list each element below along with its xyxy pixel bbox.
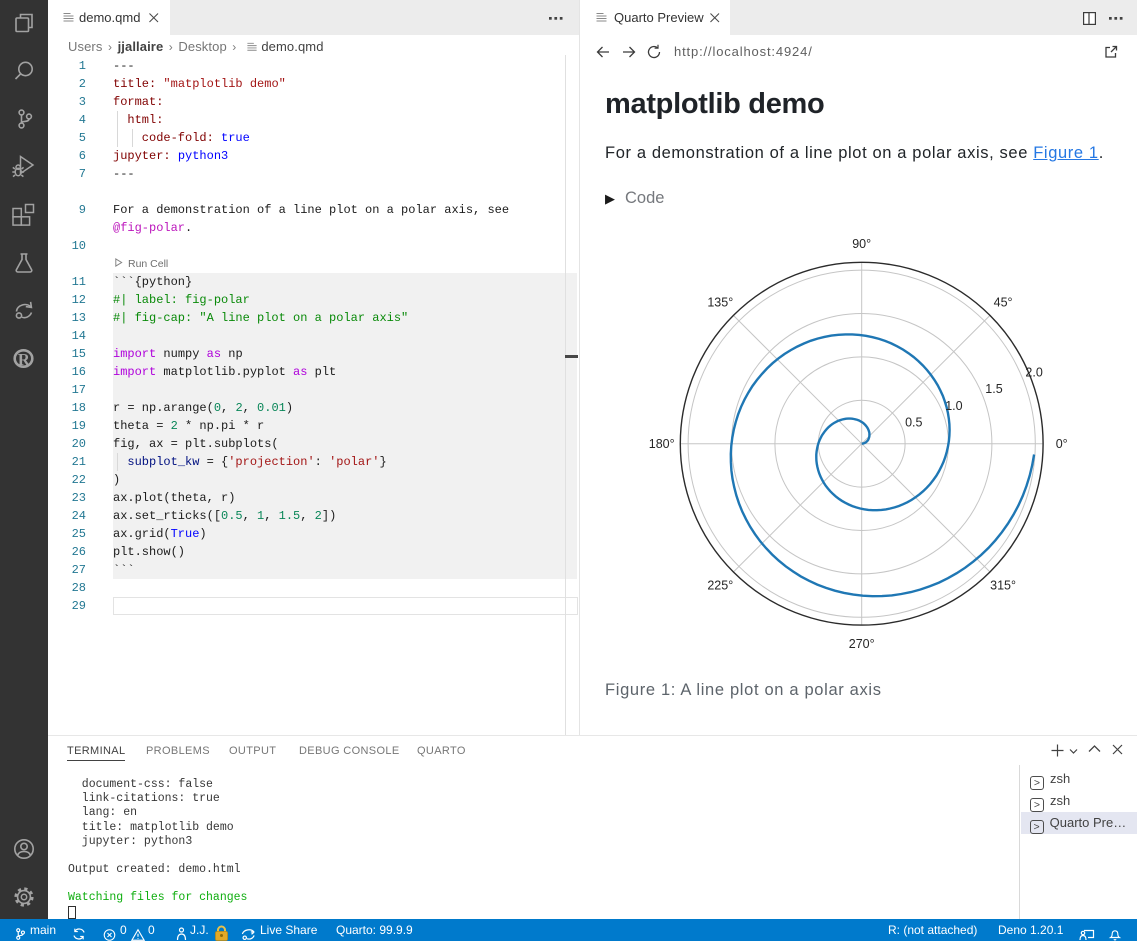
svg-text:0°: 0°: [1056, 437, 1068, 451]
svg-text:R: R: [18, 350, 31, 369]
svg-text:45°: 45°: [994, 296, 1013, 310]
svg-text:180°: 180°: [649, 437, 675, 451]
svg-text:2.0: 2.0: [1025, 366, 1042, 380]
svg-text:270°: 270°: [849, 637, 875, 651]
svg-text:1.0: 1.0: [945, 399, 962, 413]
svg-text:1.5: 1.5: [985, 382, 1002, 396]
svg-text:0.5: 0.5: [905, 415, 922, 429]
svg-text:315°: 315°: [990, 578, 1016, 592]
svg-text:225°: 225°: [707, 578, 733, 592]
svg-text:90°: 90°: [852, 237, 871, 251]
svg-text:135°: 135°: [707, 296, 733, 310]
